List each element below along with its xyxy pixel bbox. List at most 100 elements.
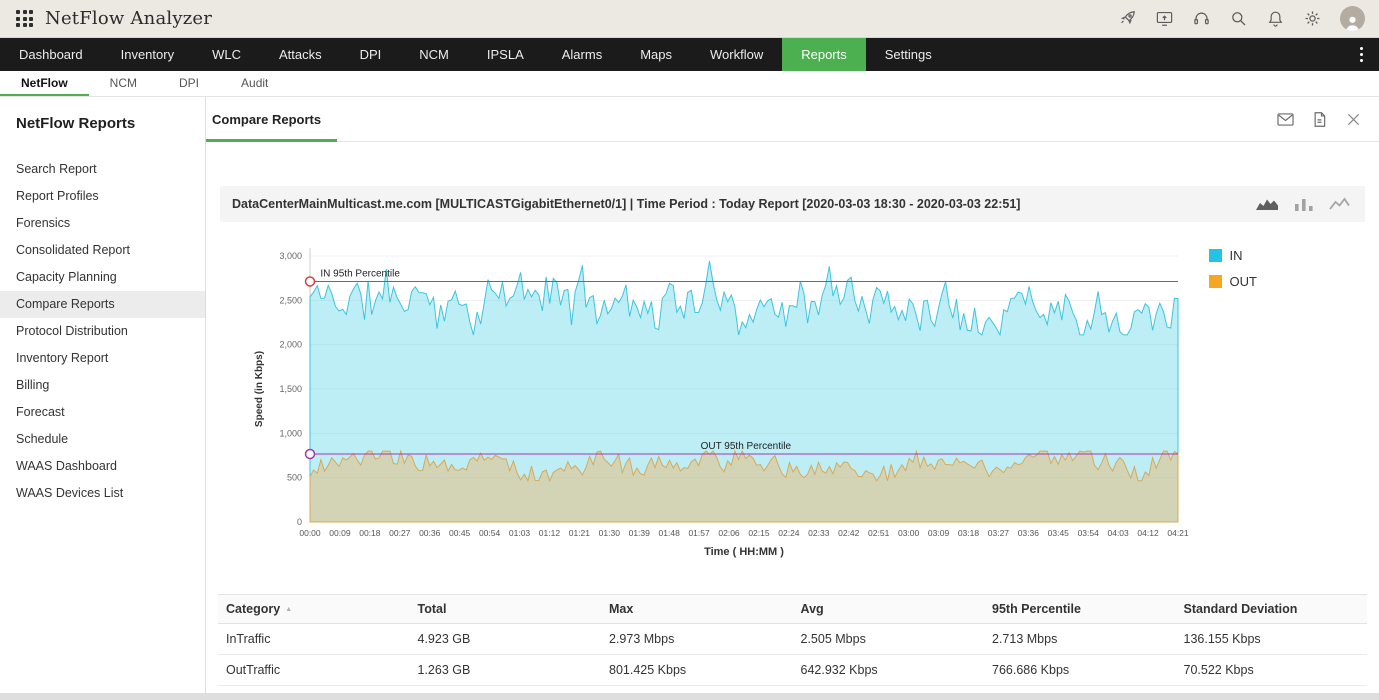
nav-item-dpi[interactable]: DPI (341, 38, 401, 71)
svg-text:00:09: 00:09 (329, 528, 351, 538)
headset-icon[interactable] (1192, 9, 1211, 28)
nav-item-workflow[interactable]: Workflow (691, 38, 782, 71)
svg-text:01:48: 01:48 (659, 528, 681, 538)
column-header-max[interactable]: Max (601, 595, 793, 624)
column-header-category[interactable]: Category▲ (218, 595, 410, 624)
column-header-avg[interactable]: Avg (793, 595, 985, 624)
table-cell: 2.713 Mbps (984, 624, 1176, 655)
bell-icon[interactable] (1266, 9, 1285, 28)
column-header-95th-percentile[interactable]: 95th Percentile (984, 595, 1176, 624)
sidebar-items: Search ReportReport ProfilesForensicsCon… (0, 156, 205, 507)
nav-item-maps[interactable]: Maps (621, 38, 691, 71)
sidebar-item-search-report[interactable]: Search Report (0, 156, 205, 183)
screen-share-icon[interactable] (1155, 9, 1174, 28)
subnav-item-audit[interactable]: Audit (220, 71, 289, 96)
svg-text:01:12: 01:12 (539, 528, 561, 538)
sidebar-item-schedule[interactable]: Schedule (0, 426, 205, 453)
tab-compare-reports[interactable]: Compare Reports (206, 97, 337, 141)
sidebar-item-waas-dashboard[interactable]: WAAS Dashboard (0, 453, 205, 480)
sidebar-title: NetFlow Reports (0, 115, 205, 132)
sidebar-item-protocol-distribution[interactable]: Protocol Distribution (0, 318, 205, 345)
svg-text:03:18: 03:18 (958, 528, 980, 538)
sidebar-item-forensics[interactable]: Forensics (0, 210, 205, 237)
tab-label: Compare Reports (212, 112, 321, 127)
table-header-row: Category▲TotalMaxAvg95th PercentileStand… (218, 595, 1367, 624)
gear-icon[interactable] (1303, 9, 1322, 28)
rocket-icon[interactable] (1118, 9, 1137, 28)
svg-text:01:21: 01:21 (569, 528, 591, 538)
bar-chart-icon[interactable] (1292, 196, 1316, 212)
nav-item-wlc[interactable]: WLC (193, 38, 260, 71)
nav-item-attacks[interactable]: Attacks (260, 38, 341, 71)
svg-text:00:45: 00:45 (449, 528, 471, 538)
avatar[interactable] (1340, 6, 1365, 31)
sub-nav-items: NetFlowNCMDPIAudit (0, 71, 289, 96)
sort-ascending-icon[interactable]: ▲ (285, 606, 292, 613)
svg-text:03:09: 03:09 (928, 528, 950, 538)
traffic-summary-table: Category▲TotalMaxAvg95th PercentileStand… (218, 594, 1367, 686)
area-chart-icon[interactable] (1255, 196, 1279, 212)
nav-item-settings[interactable]: Settings (866, 38, 951, 71)
table-cell: 642.932 Kbps (793, 655, 985, 686)
column-header-standard-deviation[interactable]: Standard Deviation (1176, 595, 1368, 624)
nav-item-ipsla[interactable]: IPSLA (468, 38, 543, 71)
report-title-bar: DataCenterMainMulticast.me.com [MULTICAS… (220, 186, 1365, 222)
sidebar-item-waas-devices-list[interactable]: WAAS Devices List (0, 480, 205, 507)
table-cell: 2.973 Mbps (601, 624, 793, 655)
svg-text:Speed (in Kbps): Speed (in Kbps) (254, 351, 265, 427)
pdf-export-icon[interactable] (1310, 110, 1329, 129)
svg-text:02:42: 02:42 (838, 528, 860, 538)
horizontal-scrollbar[interactable] (0, 693, 1379, 700)
table-row: InTraffic4.923 GB2.973 Mbps2.505 Mbps2.7… (218, 624, 1367, 655)
svg-text:1,000: 1,000 (279, 428, 302, 438)
close-icon[interactable] (1344, 110, 1363, 129)
legend-item-out[interactable]: OUT (1209, 274, 1257, 289)
nav-item-alarms[interactable]: Alarms (543, 38, 621, 71)
sidebar-item-capacity-planning[interactable]: Capacity Planning (0, 264, 205, 291)
subnav-item-ncm[interactable]: NCM (89, 71, 158, 96)
table-cell: 801.425 Kbps (601, 655, 793, 686)
svg-text:03:45: 03:45 (1048, 528, 1070, 538)
legend-item-in[interactable]: IN (1209, 248, 1257, 263)
search-icon[interactable] (1229, 9, 1248, 28)
sidebar-item-inventory-report[interactable]: Inventory Report (0, 345, 205, 372)
sidebar-item-forecast[interactable]: Forecast (0, 399, 205, 426)
column-header-total[interactable]: Total (410, 595, 602, 624)
overflow-menu-icon[interactable] (1344, 38, 1379, 71)
nav-item-reports[interactable]: Reports (782, 38, 866, 71)
chart-legend: IN OUT (1209, 248, 1257, 300)
main-nav: DashboardInventoryWLCAttacksDPINCMIPSLAA… (0, 38, 1379, 71)
sub-nav: NetFlowNCMDPIAudit (0, 71, 1379, 97)
apps-grid-icon[interactable] (16, 10, 33, 27)
svg-text:02:51: 02:51 (868, 528, 890, 538)
svg-text:00:27: 00:27 (389, 528, 411, 538)
line-chart-icon[interactable] (1329, 196, 1353, 212)
subnav-item-dpi[interactable]: DPI (158, 71, 220, 96)
svg-text:500: 500 (287, 473, 302, 483)
table-row: OutTraffic1.263 GB801.425 Kbps642.932 Kb… (218, 655, 1367, 686)
subnav-item-netflow[interactable]: NetFlow (0, 71, 89, 96)
tab-bar: Compare Reports (206, 97, 1379, 142)
nav-item-ncm[interactable]: NCM (400, 38, 468, 71)
svg-text:03:54: 03:54 (1078, 528, 1100, 538)
nav-item-dashboard[interactable]: Dashboard (0, 38, 102, 71)
header-actions (1118, 6, 1365, 31)
table-cell: InTraffic (218, 624, 410, 655)
svg-text:03:27: 03:27 (988, 528, 1010, 538)
nav-item-inventory[interactable]: Inventory (102, 38, 193, 71)
sidebar-item-compare-reports[interactable]: Compare Reports (0, 291, 205, 318)
sidebar-item-report-profiles[interactable]: Report Profiles (0, 183, 205, 210)
svg-text:04:21: 04:21 (1167, 528, 1189, 538)
app-title: NetFlow Analyzer (45, 8, 212, 29)
sidebar-item-billing[interactable]: Billing (0, 372, 205, 399)
compare-report-chart: 05001,0001,5002,0002,5003,00000:0000:090… (220, 238, 1364, 572)
table-cell: OutTraffic (218, 655, 410, 686)
table-body: InTraffic4.923 GB2.973 Mbps2.505 Mbps2.7… (218, 624, 1367, 686)
table-cell: 70.522 Kbps (1176, 655, 1368, 686)
chart-type-switcher (1255, 196, 1353, 212)
svg-text:00:54: 00:54 (479, 528, 501, 538)
table-cell: 136.155 Kbps (1176, 624, 1368, 655)
sidebar-item-consolidated-report[interactable]: Consolidated Report (0, 237, 205, 264)
svg-text:00:18: 00:18 (359, 528, 381, 538)
email-report-icon[interactable] (1276, 110, 1295, 129)
